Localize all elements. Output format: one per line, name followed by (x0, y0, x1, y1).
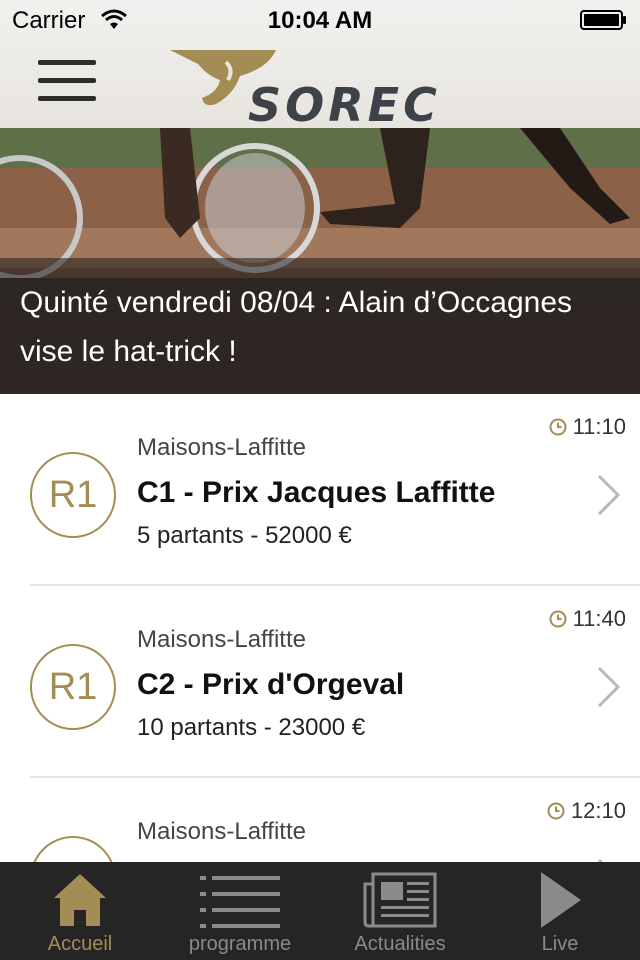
tab-label: Actualities (354, 933, 446, 955)
home-icon (54, 874, 106, 926)
sorec-logo: SOREC (168, 46, 478, 132)
race-venue: Maisons-Laffitte (137, 818, 306, 845)
battery-icon (580, 10, 626, 30)
top-bar: Carrier 10:04 AM SOREC (0, 0, 640, 132)
list-icon (200, 876, 280, 928)
tab-actualities[interactable]: Actualities (320, 862, 480, 960)
race-time-label: 12:10 (570, 798, 626, 823)
reunion-badge: R1 (30, 644, 116, 730)
race-row[interactable]: 12:10 R1 Maisons-Laffitte (0, 778, 640, 862)
clock-icon (547, 802, 565, 820)
race-details: 10 partants - 23000 € (137, 714, 366, 741)
race-time-label: 11:40 (572, 606, 626, 631)
race-row[interactable]: 11:10 R1 Maisons-Laffitte C1 - Prix Jacq… (0, 394, 640, 586)
status-time: 10:04 AM (267, 7, 373, 34)
race-venue: Maisons-Laffitte (137, 626, 306, 653)
race-venue: Maisons-Laffitte (137, 434, 306, 461)
race-time-label: 11:10 (572, 414, 626, 439)
race-time: 12:10 (547, 798, 626, 824)
reunion-badge: R1 (30, 452, 116, 538)
play-icon (541, 872, 581, 928)
hero-banner[interactable]: Quinté vendredi 08/04 : Alain d’Occagnes… (0, 128, 640, 394)
logo-text: SOREC (248, 78, 441, 132)
tab-live[interactable]: Live (480, 862, 640, 960)
reunion-badge: R1 (30, 836, 116, 862)
tab-label: programme (188, 933, 292, 955)
tab-label: Accueil (47, 933, 113, 955)
clock-icon (549, 418, 567, 436)
tab-programme[interactable]: programme (160, 862, 320, 960)
menu-button[interactable] (34, 58, 98, 106)
race-title: C1 - Prix Jacques Laffitte (137, 476, 496, 509)
tab-accueil[interactable]: Accueil (0, 862, 160, 960)
clock-icon (549, 610, 567, 628)
race-title: C2 - Prix d'Orgeval (137, 668, 405, 701)
tab-bar: Accueil programme Actualities Live (0, 862, 640, 960)
race-time: 11:40 (549, 606, 626, 632)
hero-caption[interactable]: Quinté vendredi 08/04 : Alain d’Occagnes… (20, 278, 580, 376)
tab-label: Live (541, 933, 579, 955)
status-bar: Carrier 10:04 AM (0, 0, 640, 40)
chevron-right-icon (597, 474, 621, 516)
race-list[interactable]: 11:10 R1 Maisons-Laffitte C1 - Prix Jacq… (0, 394, 640, 862)
newspaper-icon (363, 872, 437, 928)
chevron-right-icon (597, 666, 621, 708)
race-row[interactable]: 11:40 R1 Maisons-Laffitte C2 - Prix d'Or… (0, 586, 640, 778)
race-details: 5 partants - 52000 € (137, 522, 352, 549)
race-time: 11:10 (549, 414, 626, 440)
